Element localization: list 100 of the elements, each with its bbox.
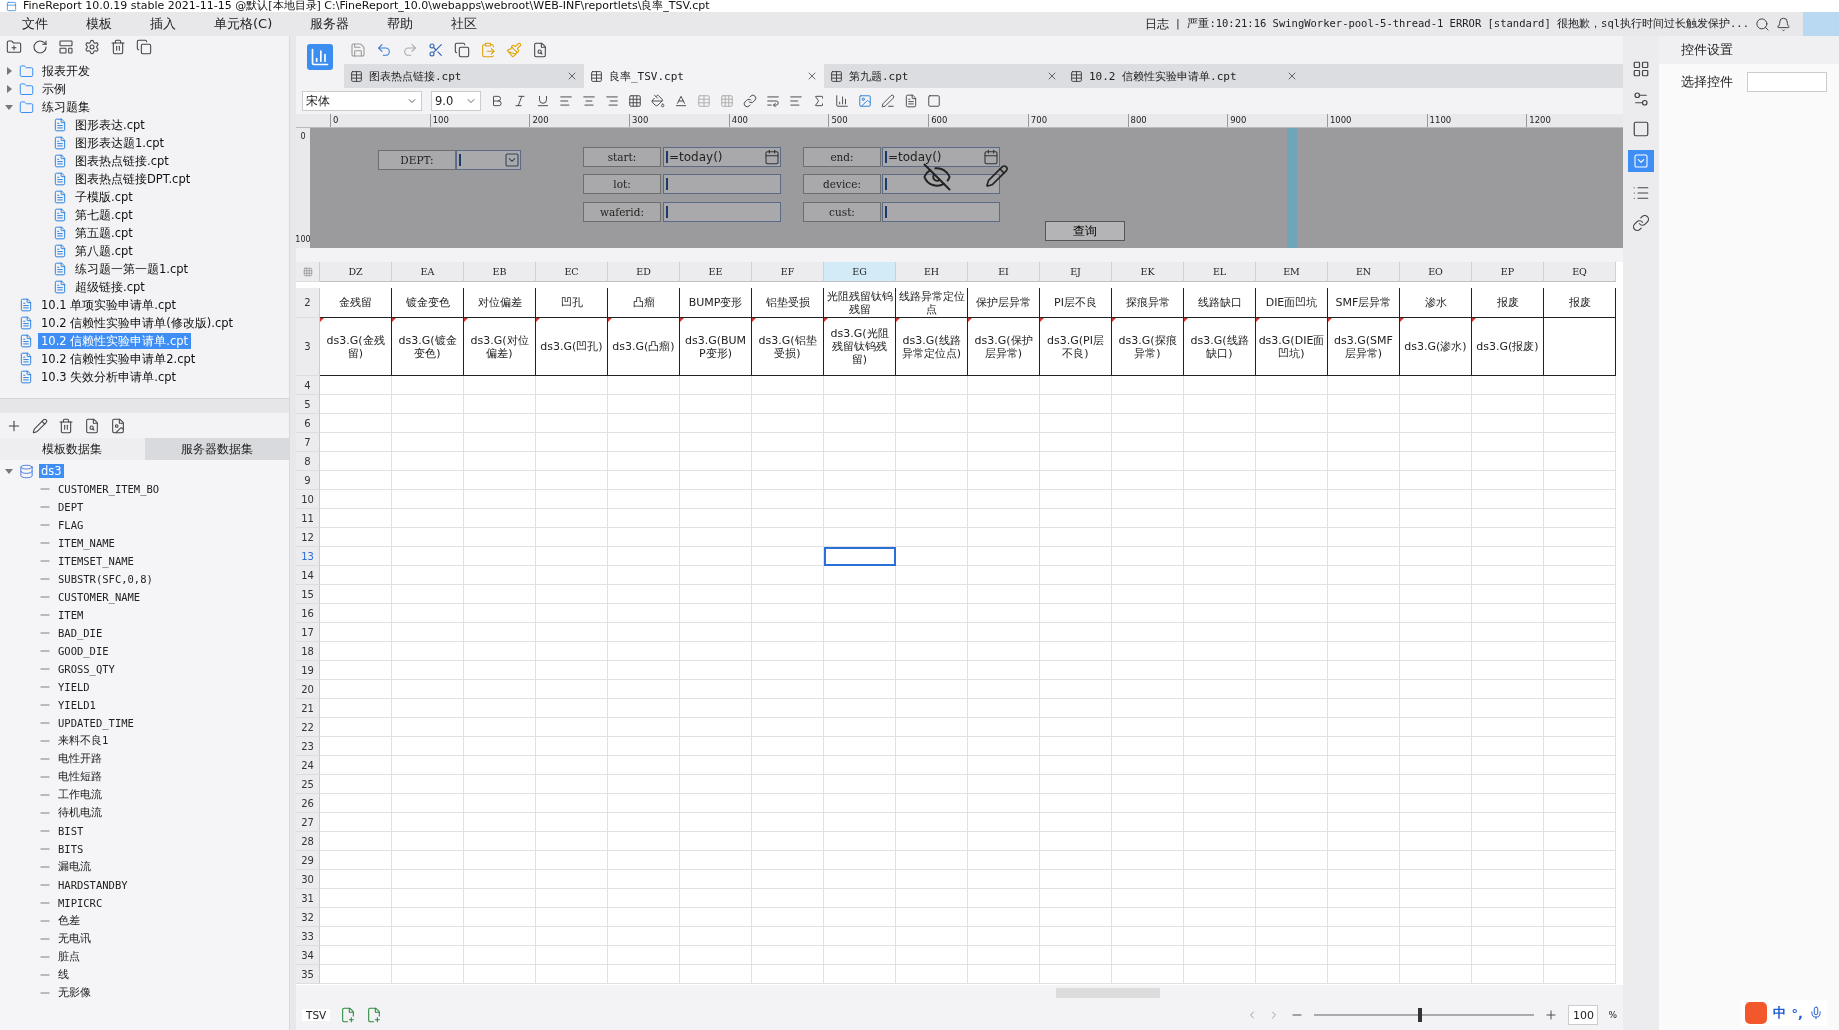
column-header[interactable]: EN <box>1328 262 1400 282</box>
expand-caret-icon[interactable] <box>6 67 12 75</box>
settings-icon[interactable] <box>84 39 100 55</box>
paste-icon[interactable] <box>480 42 496 58</box>
font-size-select[interactable]: 9.0 <box>431 91 481 111</box>
align-left-icon[interactable] <box>559 94 573 108</box>
calendar-icon[interactable] <box>983 149 999 165</box>
tree-item[interactable]: 10.2 信赖性实验申请单2.cpt <box>38 351 199 367</box>
query-button[interactable]: 查询 <box>1045 221 1125 241</box>
row-number[interactable]: 3 <box>296 318 320 376</box>
row-number[interactable]: 12 <box>296 528 320 547</box>
microphone-icon[interactable] <box>1809 1006 1823 1020</box>
attributes-icon[interactable] <box>1632 90 1650 108</box>
field-name[interactable]: DEPT <box>58 501 84 513</box>
row-number[interactable]: 24 <box>296 756 320 775</box>
menu-item[interactable]: 插入 <box>150 15 176 33</box>
copy-icon[interactable] <box>136 39 152 55</box>
menu-item[interactable]: 单元格(C) <box>214 15 273 33</box>
column-header[interactable]: EE <box>680 262 752 282</box>
row-number[interactable]: 31 <box>296 889 320 908</box>
table-cell[interactable]: ds3.G(BUMP变形) <box>680 318 752 376</box>
tree-item[interactable]: 图形表达.cpt <box>72 117 148 133</box>
frame-icon[interactable] <box>927 94 941 108</box>
table-cell[interactable]: 金残留 <box>320 288 392 318</box>
close-icon[interactable] <box>806 70 818 82</box>
expand-caret-icon[interactable] <box>5 104 13 110</box>
table-cell[interactable]: 探痕异常 <box>1112 288 1184 318</box>
field-name[interactable]: ITEM <box>58 609 84 621</box>
row-number[interactable]: 5 <box>296 395 320 414</box>
align-center-icon[interactable] <box>582 94 596 108</box>
field-name[interactable]: YIELD <box>58 681 90 693</box>
column-header[interactable]: EG <box>824 262 896 282</box>
row-number[interactable]: 10 <box>296 490 320 509</box>
table-cell[interactable]: 铝垫受损 <box>752 288 824 318</box>
table-cell[interactable]: ds3.G(SMF层异常) <box>1328 318 1400 376</box>
table-cell[interactable]: 保护层异常 <box>968 288 1040 318</box>
merge-icon[interactable] <box>697 94 711 108</box>
file-tab[interactable]: 良率_TSV.cpt <box>584 64 824 88</box>
row-number[interactable]: 16 <box>296 604 320 623</box>
add-sheet-icon[interactable] <box>340 1007 357 1023</box>
row-number[interactable]: 34 <box>296 946 320 965</box>
layout-icon[interactable] <box>1632 60 1650 78</box>
table-cell[interactable]: SMF层异常 <box>1328 288 1400 318</box>
field-name[interactable]: 脏点 <box>58 950 80 964</box>
field-name[interactable]: ITEM_NAME <box>58 537 115 549</box>
row-number[interactable]: 19 <box>296 661 320 680</box>
dropdown-icon[interactable] <box>504 152 520 168</box>
zoom-in-icon[interactable] <box>1544 1008 1559 1022</box>
trash-icon[interactable] <box>58 417 74 434</box>
tree-item[interactable]: 子模版.cpt <box>72 189 136 205</box>
format-painter-icon[interactable] <box>506 42 522 58</box>
table-cell[interactable]: 报废 <box>1472 288 1544 318</box>
widget-settings-button[interactable] <box>1628 150 1654 172</box>
new-folder-icon[interactable] <box>6 39 22 55</box>
menu-item[interactable]: 社区 <box>451 15 478 33</box>
row-number[interactable]: 27 <box>296 813 320 832</box>
row-number[interactable]: 14 <box>296 566 320 585</box>
italic-icon[interactable] <box>513 94 527 108</box>
menu-item[interactable]: 文件 <box>22 15 48 33</box>
dataset-tab[interactable]: 服务器数据集 <box>144 438 289 460</box>
row-number[interactable]: 25 <box>296 775 320 794</box>
list-icon[interactable] <box>1632 184 1650 202</box>
table-cell[interactable]: 镀金变色 <box>392 288 464 318</box>
tree-item[interactable]: 图形表达题1.cpt <box>72 135 168 151</box>
underline-icon[interactable] <box>536 94 550 108</box>
paragraph-icon[interactable] <box>789 94 803 108</box>
tree-item[interactable]: 10.1 单项实验申请单.cpt <box>38 297 180 313</box>
table-cell[interactable]: ds3.G(渗水) <box>1400 318 1472 376</box>
row-number[interactable]: 20 <box>296 680 320 699</box>
table-cell[interactable]: ds3.G(凸瘤) <box>608 318 680 376</box>
column-header[interactable]: EJ <box>1040 262 1112 282</box>
table-cell[interactable]: ds3.G(报废) <box>1472 318 1544 376</box>
cut-icon[interactable] <box>428 42 444 58</box>
pencil-icon[interactable] <box>985 164 1009 188</box>
column-header[interactable]: EF <box>752 262 824 282</box>
edit-icon[interactable] <box>32 417 48 434</box>
column-header[interactable]: EO <box>1400 262 1472 282</box>
row-number[interactable]: 17 <box>296 623 320 642</box>
row-number[interactable]: 35 <box>296 965 320 984</box>
text-field[interactable] <box>882 174 1000 194</box>
field-name[interactable]: HARDSTANDBY <box>58 879 128 891</box>
close-icon[interactable] <box>566 70 578 82</box>
close-icon[interactable] <box>1046 70 1058 82</box>
row-number[interactable]: 9 <box>296 471 320 490</box>
tree-item[interactable]: 第七题.cpt <box>72 207 136 223</box>
tree-item[interactable]: 10.3 失效分析申请单.cpt <box>38 369 180 385</box>
input-field[interactable] <box>1747 72 1827 92</box>
tree-item[interactable]: 10.2 信赖性实验申请单(修改版).cpt <box>38 315 237 331</box>
field-name[interactable]: ITEMSET_NAME <box>58 555 134 567</box>
preview-icon[interactable] <box>84 417 100 434</box>
zoom-slider-thumb[interactable] <box>1418 1008 1423 1022</box>
table-cell[interactable]: 报废 <box>1544 288 1616 318</box>
menu-item[interactable]: 模板 <box>86 15 112 33</box>
scrollbar-thumb[interactable] <box>1056 987 1160 998</box>
tree-item[interactable]: 图表热点链接DPT.cpt <box>72 171 194 187</box>
menu-item[interactable]: 服务器 <box>310 15 350 33</box>
table-cell[interactable]: 光阻残留钛钨残留 <box>824 288 896 318</box>
table-cell[interactable]: ds3.G(铝垫受损) <box>752 318 824 376</box>
column-header[interactable]: EQ <box>1544 262 1616 282</box>
column-header[interactable]: EB <box>464 262 536 282</box>
